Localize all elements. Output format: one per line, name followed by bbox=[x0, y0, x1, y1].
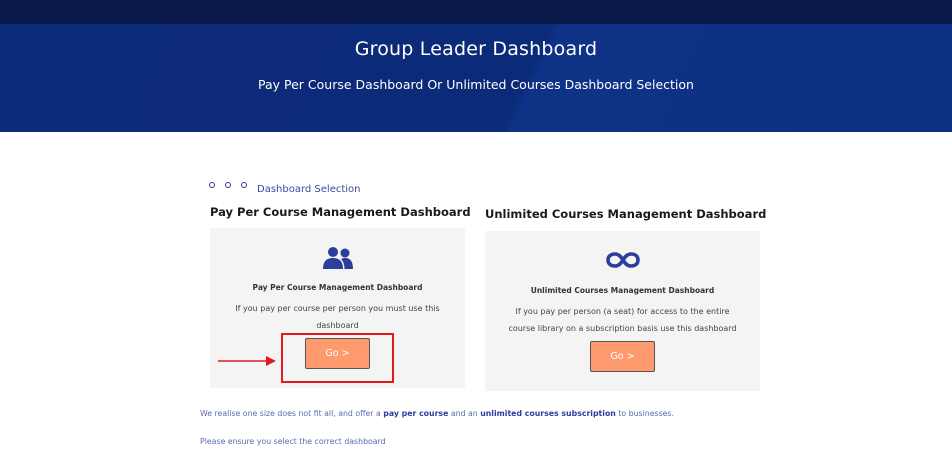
infinity-icon bbox=[485, 251, 760, 269]
footer-info-text: We realise one size does not fit all, an… bbox=[200, 409, 674, 418]
footer-bold-text: pay per course bbox=[383, 409, 449, 418]
pay-per-course-heading: Pay Per Course Management Dashboard bbox=[210, 205, 471, 219]
footer-text: We realise one size does not fit all, an… bbox=[200, 409, 384, 418]
decorative-dots bbox=[209, 182, 247, 188]
footer-note: Please ensure you select the correct das… bbox=[200, 437, 386, 446]
card-description: If you pay per course per person you mus… bbox=[235, 304, 440, 330]
card-title: Unlimited Courses Management Dashboard bbox=[530, 286, 715, 295]
users-icon bbox=[210, 246, 465, 270]
dot-icon bbox=[225, 182, 231, 188]
dot-icon bbox=[241, 182, 247, 188]
unlimited-heading: Unlimited Courses Management Dashboard bbox=[485, 207, 767, 221]
card-title: Pay Per Course Management Dashboard bbox=[252, 283, 423, 292]
footer-text: and an bbox=[448, 409, 481, 418]
arrow-right-icon bbox=[218, 352, 278, 371]
page-title: Group Leader Dashboard bbox=[354, 38, 598, 60]
page-subtitle: Pay Per Course Dashboard Or Unlimited Co… bbox=[258, 77, 694, 92]
highlight-box bbox=[281, 333, 394, 383]
card-description: If you pay per person (a seat) for acces… bbox=[508, 307, 737, 333]
top-bar bbox=[0, 0, 952, 24]
dot-icon bbox=[209, 182, 215, 188]
footer-bold-text: unlimited courses subscription bbox=[480, 409, 616, 418]
hero-banner: Group Leader Dashboard Pay Per Course Da… bbox=[0, 24, 952, 132]
unlimited-go-button[interactable]: Go > bbox=[590, 341, 655, 372]
section-label: Dashboard Selection bbox=[257, 184, 361, 195]
footer-text: to businesses. bbox=[615, 409, 674, 418]
